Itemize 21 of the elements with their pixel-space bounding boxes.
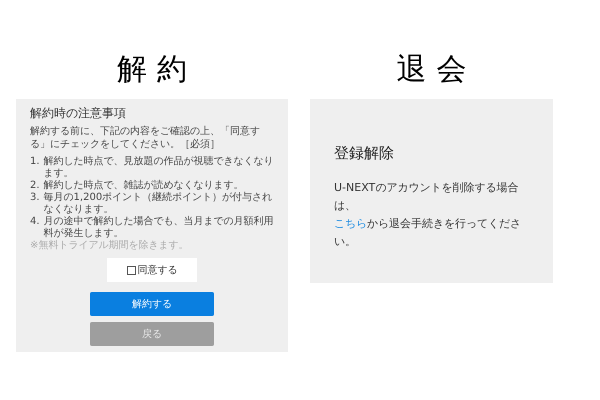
notice-item: 解約した時点で、雑誌が読めなくなります。 bbox=[44, 180, 244, 192]
list-number: 4. bbox=[30, 216, 40, 229]
notice-item: 月の途中で解約した場合でも、当月までの月額利用料が発生します。 bbox=[44, 216, 274, 240]
here-link[interactable]: こちら bbox=[334, 217, 367, 230]
description-line: こちらから退会手続きを行ってください。 bbox=[334, 216, 522, 250]
panel-title: 登録解除 bbox=[334, 143, 395, 163]
list-number: 3. bbox=[30, 192, 40, 205]
section-heading: 解 約 bbox=[117, 55, 187, 85]
description-line: U-NEXTのアカウントを削除する場合は、 bbox=[334, 180, 520, 214]
cancel-button[interactable]: 解約する bbox=[90, 292, 214, 316]
notice-item: 解約した時点で、見放題の作品が視聴できなくなります。 bbox=[44, 156, 274, 180]
agree-checkbox[interactable]: 同意する bbox=[107, 258, 197, 282]
notice-footnote: ※無料トライアル期間を除きます。 bbox=[30, 240, 190, 252]
section-heading: 退 会 bbox=[396, 55, 466, 85]
list-number: 1. bbox=[30, 156, 40, 169]
notice-title: 解約時の注意事項 bbox=[30, 105, 127, 121]
notice-intro: 解約する前に、下記の内容をご確認の上、「同意する」にチェックをしてください。［必須］ bbox=[30, 125, 261, 151]
back-button[interactable]: 戻る bbox=[90, 322, 214, 346]
checkbox-icon bbox=[126, 266, 136, 274]
notice-item: 毎月の1,200ポイント（継続ポイント）が付与されなくなります。 bbox=[44, 192, 274, 216]
list-number: 2. bbox=[30, 180, 40, 192]
